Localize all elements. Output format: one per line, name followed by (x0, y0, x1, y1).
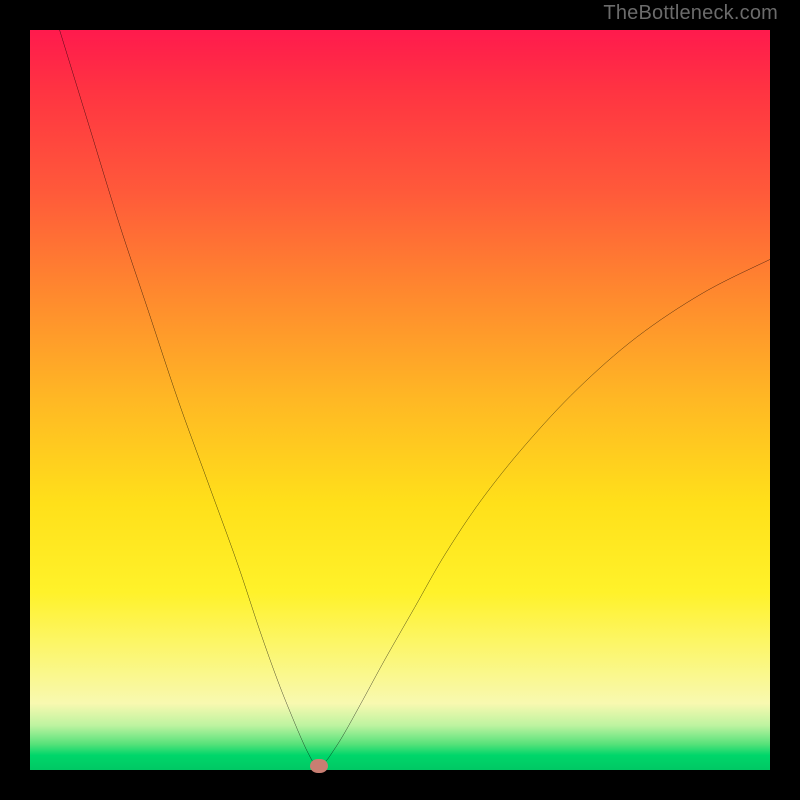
plot-area (30, 30, 770, 770)
optimum-marker (310, 759, 328, 773)
attribution-label: TheBottleneck.com (603, 2, 778, 25)
curve-path (60, 30, 770, 767)
bottleneck-curve (30, 30, 770, 770)
chart-frame: TheBottleneck.com (0, 0, 800, 800)
